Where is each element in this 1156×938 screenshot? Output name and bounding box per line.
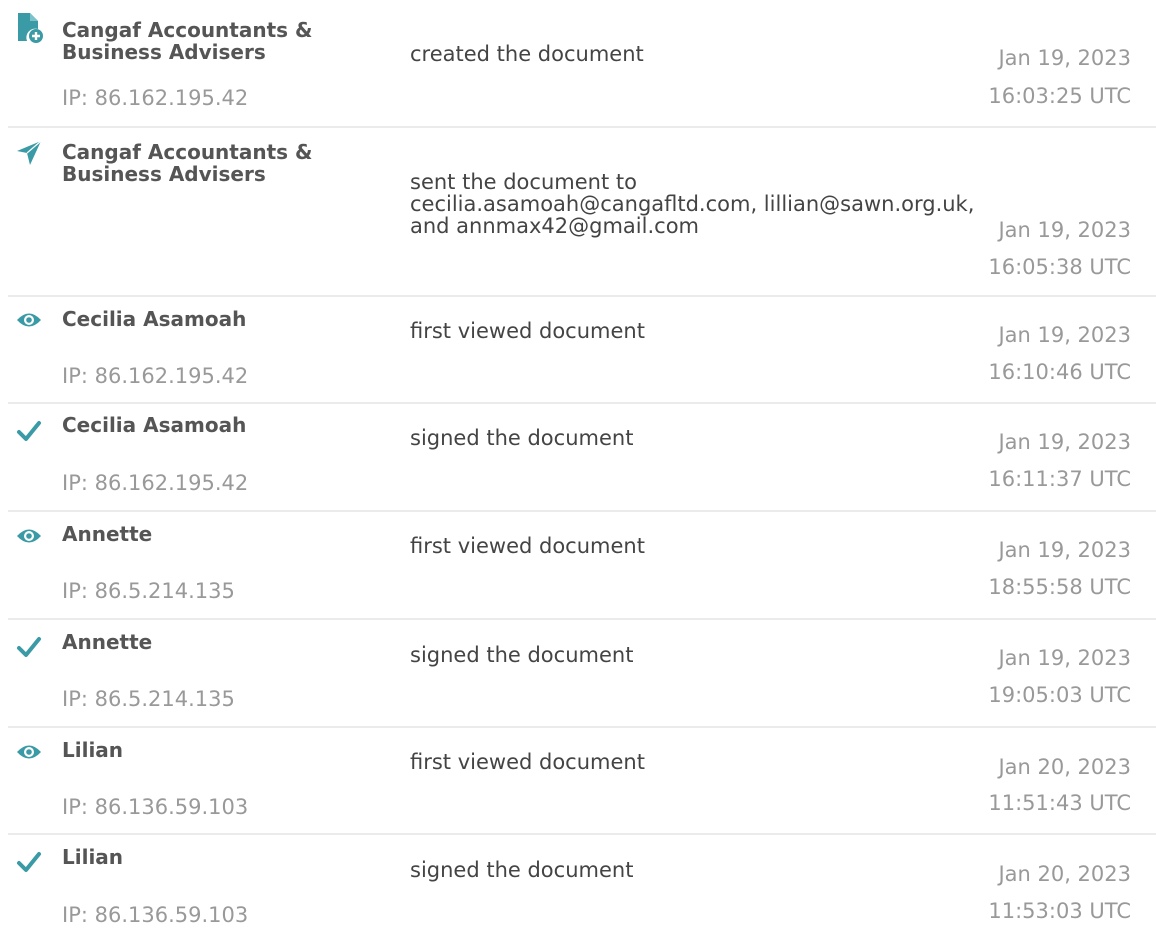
event-date: Jan 19, 2023 — [998, 46, 1131, 70]
event-time: 18:55:58 UTC — [988, 575, 1131, 599]
ip-address: IP: 86.162.195.42 — [62, 86, 249, 110]
audit-entry-signed: Annette IP: 86.5.214.135 signed the docu… — [0, 620, 1156, 728]
actor-name: Cangaf Accountants & Business Advisers — [62, 18, 313, 64]
audit-entry-viewed: Cecilia Asamoah IP: 86.162.195.42 first … — [0, 297, 1156, 404]
event-date: Jan 19, 2023 — [998, 218, 1131, 242]
event-date: Jan 19, 2023 — [998, 538, 1131, 562]
event-time: 11:53:03 UTC — [988, 899, 1131, 923]
audit-trail-log: Cangaf Accountants & Business Advisers I… — [0, 0, 1156, 938]
event-time: 16:11:37 UTC — [988, 467, 1131, 491]
action-text: signed the document — [410, 426, 634, 450]
actor-name: Annette — [62, 630, 153, 654]
event-date: Jan 19, 2023 — [998, 430, 1131, 454]
ip-address: IP: 86.5.214.135 — [62, 579, 235, 603]
actor-name: Lilian — [62, 845, 124, 869]
ip-address: IP: 86.5.214.135 — [62, 687, 235, 711]
ip-address: IP: 86.162.195.42 — [62, 364, 249, 388]
action-text: first viewed document — [410, 750, 645, 774]
event-time: 16:03:25 UTC — [988, 84, 1131, 108]
actor-name: Cecilia Asamoah — [62, 307, 247, 331]
audit-entry-created: Cangaf Accountants & Business Advisers I… — [0, 0, 1156, 128]
paper-plane-icon — [12, 136, 46, 170]
audit-entry-viewed: Annette IP: 86.5.214.135 first viewed do… — [0, 512, 1156, 620]
action-text: created the document — [410, 42, 644, 66]
audit-entry-signed: Lilian IP: 86.136.59.103 signed the docu… — [0, 835, 1156, 938]
event-date: Jan 19, 2023 — [998, 646, 1131, 670]
event-date: Jan 19, 2023 — [998, 323, 1131, 347]
ip-address: IP: 86.136.59.103 — [62, 903, 249, 927]
actor-name: Cecilia Asamoah — [62, 413, 247, 437]
actor-name: Lilian — [62, 738, 124, 762]
event-date: Jan 20, 2023 — [998, 755, 1131, 779]
action-text: signed the document — [410, 858, 634, 882]
audit-entry-signed: Cecilia Asamoah IP: 86.162.195.42 signed… — [0, 404, 1156, 512]
event-time: 11:51:43 UTC — [988, 791, 1131, 815]
action-text: first viewed document — [410, 319, 645, 343]
eye-icon — [12, 735, 46, 769]
ip-address: IP: 86.162.195.42 — [62, 471, 249, 495]
eye-icon — [12, 303, 46, 337]
event-time: 16:05:38 UTC — [988, 255, 1131, 279]
action-text: first viewed document — [410, 534, 645, 558]
checkmark-icon — [12, 414, 46, 448]
document-add-icon — [12, 10, 46, 44]
action-text: sent the document to cecilia.asamoah@can… — [410, 170, 975, 238]
event-time: 19:05:03 UTC — [988, 683, 1131, 707]
event-time: 16:10:46 UTC — [988, 360, 1131, 384]
actor-name: Cangaf Accountants & Business Advisers — [62, 140, 313, 186]
checkmark-icon — [12, 630, 46, 664]
checkmark-icon — [12, 845, 46, 879]
audit-entry-viewed: Lilian IP: 86.136.59.103 first viewed do… — [0, 728, 1156, 835]
action-text: signed the document — [410, 643, 634, 667]
ip-address: IP: 86.136.59.103 — [62, 795, 249, 819]
actor-name: Annette — [62, 522, 153, 546]
event-date: Jan 20, 2023 — [998, 862, 1131, 886]
eye-icon — [12, 519, 46, 553]
audit-entry-sent: Cangaf Accountants & Business Advisers s… — [0, 128, 1156, 297]
